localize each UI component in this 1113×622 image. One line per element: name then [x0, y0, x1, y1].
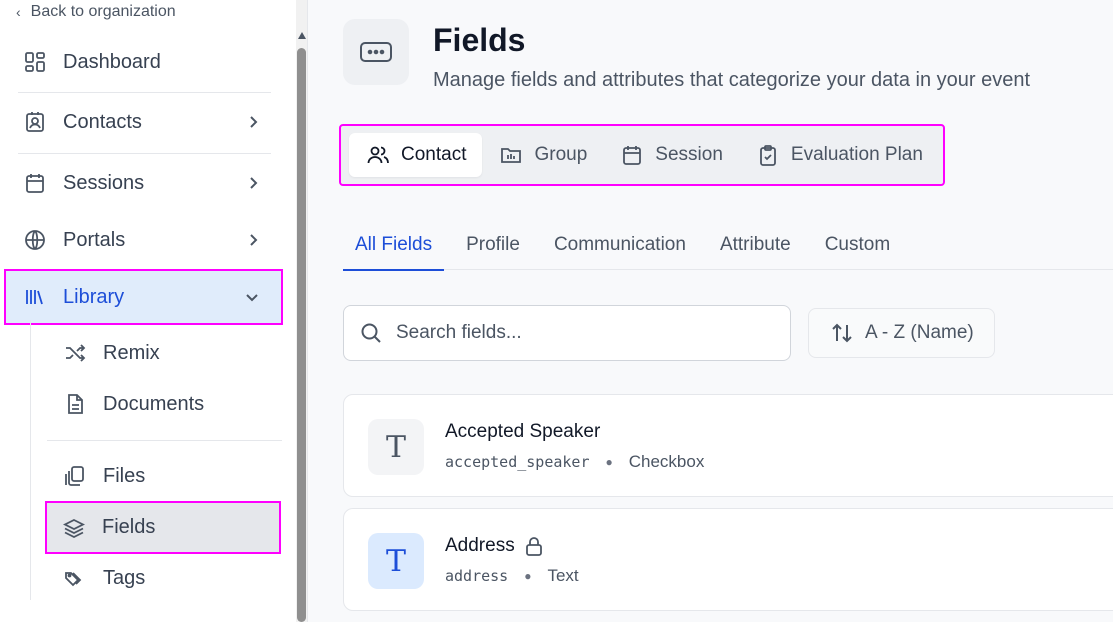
back-link-label: Back to organization	[30, 3, 176, 20]
tree-line	[30, 320, 31, 600]
sidebar-subitem-label: Tags	[103, 566, 146, 589]
library-icon	[22, 284, 48, 310]
scrollbar-thumb[interactable]	[297, 48, 306, 622]
sidebar-item-label: Library	[63, 285, 125, 308]
fields-header-icon	[343, 19, 409, 85]
sidebar-subitem-tags[interactable]: Tags	[48, 553, 280, 603]
tab-profile[interactable]: Profile	[454, 220, 532, 270]
tab-contact[interactable]: Contact	[349, 133, 483, 177]
field-type-avatar: T	[368, 419, 424, 475]
sidebar-subitem-label: Files	[103, 464, 146, 487]
chevron-right-icon	[250, 234, 258, 246]
sort-button[interactable]: A - Z (Name)	[808, 308, 995, 358]
tab-label: Contact	[401, 144, 467, 165]
sidebar-subitem-documents[interactable]: Documents	[48, 379, 280, 429]
sidebar-item-label: Contacts	[63, 110, 142, 133]
field-type-avatar: T	[368, 533, 424, 589]
tab-all-fields[interactable]: All Fields	[343, 220, 445, 271]
back-to-organization-link[interactable]: ‹ Back to organization	[16, 3, 176, 21]
chevron-down-icon	[246, 294, 258, 302]
field-filter-tabs: All Fields Profile Communication Attribu…	[343, 220, 1113, 271]
sidebar-item-contacts[interactable]: Contacts	[6, 96, 282, 148]
sort-label: A - Z (Name)	[865, 322, 974, 343]
tab-label: Group	[534, 144, 588, 165]
field-name-row: Accepted Speaker	[445, 421, 600, 443]
files-icon	[62, 463, 88, 489]
search-box[interactable]	[343, 305, 791, 361]
tab-group[interactable]: Group	[482, 133, 603, 177]
tab-communication[interactable]: Communication	[542, 220, 698, 270]
layers-icon	[61, 515, 87, 541]
tab-label: Session	[655, 144, 723, 165]
sidebar-item-label: Sessions	[63, 171, 145, 194]
chevron-right-icon	[250, 177, 258, 189]
tab-label: Evaluation Plan	[790, 144, 923, 165]
sidebar-subitem-files[interactable]: Files	[48, 451, 280, 501]
field-key: address	[445, 567, 509, 585]
calendar-icon	[621, 144, 643, 166]
search-input[interactable]	[396, 322, 756, 344]
field-card[interactable]: T Accepted Speaker accepted_speaker ● Ch…	[343, 394, 1113, 497]
tab-custom[interactable]: Custom	[813, 220, 902, 270]
field-type: Checkbox	[628, 452, 705, 471]
sidebar-item-label: Dashboard	[63, 50, 161, 73]
tags-icon	[62, 565, 88, 591]
sidebar-item-library[interactable]: Library	[4, 269, 283, 325]
search-icon	[360, 322, 382, 344]
field-meta: accepted_speaker ● Checkbox	[445, 452, 704, 472]
sidebar-subitem-label: Remix	[103, 341, 160, 364]
chevron-left-icon: ‹	[16, 4, 21, 20]
sidebar-item-label: Portals	[63, 228, 126, 251]
page-subtitle: Manage fields and attributes that catego…	[433, 69, 1031, 91]
calendar-icon	[22, 170, 48, 196]
sidebar-item-portals[interactable]: Portals	[6, 214, 282, 266]
divider	[18, 153, 271, 154]
divider	[47, 440, 282, 441]
page-title: Fields	[433, 22, 526, 58]
field-name-row: Address	[445, 535, 543, 557]
tab-attribute[interactable]: Attribute	[708, 220, 803, 270]
text-field-icon	[360, 42, 392, 62]
clipboard-check-icon	[757, 144, 779, 166]
scroll-up-arrow-icon[interactable]	[298, 32, 306, 39]
group-icon	[500, 144, 522, 166]
field-name: Address	[445, 535, 515, 556]
divider	[18, 92, 271, 93]
globe-icon	[22, 227, 48, 253]
field-key: accepted_speaker	[445, 453, 590, 471]
field-meta: address ● Text	[445, 566, 579, 586]
sidebar-subitem-fields[interactable]: Fields	[45, 501, 281, 554]
sidebar-subitem-label: Fields	[102, 516, 156, 538]
sidebar-item-sessions[interactable]: Sessions	[6, 157, 282, 209]
contacts-icon	[22, 109, 48, 135]
lock-icon	[525, 537, 542, 556]
sort-icon	[831, 322, 853, 344]
shuffle-icon	[62, 340, 88, 366]
document-icon	[62, 391, 88, 417]
tab-session[interactable]: Session	[603, 133, 739, 177]
field-type: Text	[547, 566, 579, 585]
dashboard-icon	[22, 49, 48, 75]
chevron-right-icon	[250, 116, 258, 128]
sidebar-item-dashboard[interactable]: Dashboard	[6, 36, 282, 88]
sidebar: ‹ Back to organization Dashboard Contact…	[0, 0, 296, 622]
separator-dot: ●	[524, 569, 532, 583]
sidebar-subitem-remix[interactable]: Remix	[48, 328, 280, 378]
separator-dot: ●	[605, 455, 613, 469]
tab-evaluation-plan[interactable]: Evaluation Plan	[739, 133, 939, 177]
category-tabs: Contact Group Session Evaluation Plan	[339, 124, 945, 186]
users-icon	[367, 144, 389, 166]
field-name: Accepted Speaker	[445, 421, 601, 442]
sidebar-subitem-label: Documents	[103, 392, 205, 415]
field-card[interactable]: T Address address ● Text	[343, 508, 1113, 611]
